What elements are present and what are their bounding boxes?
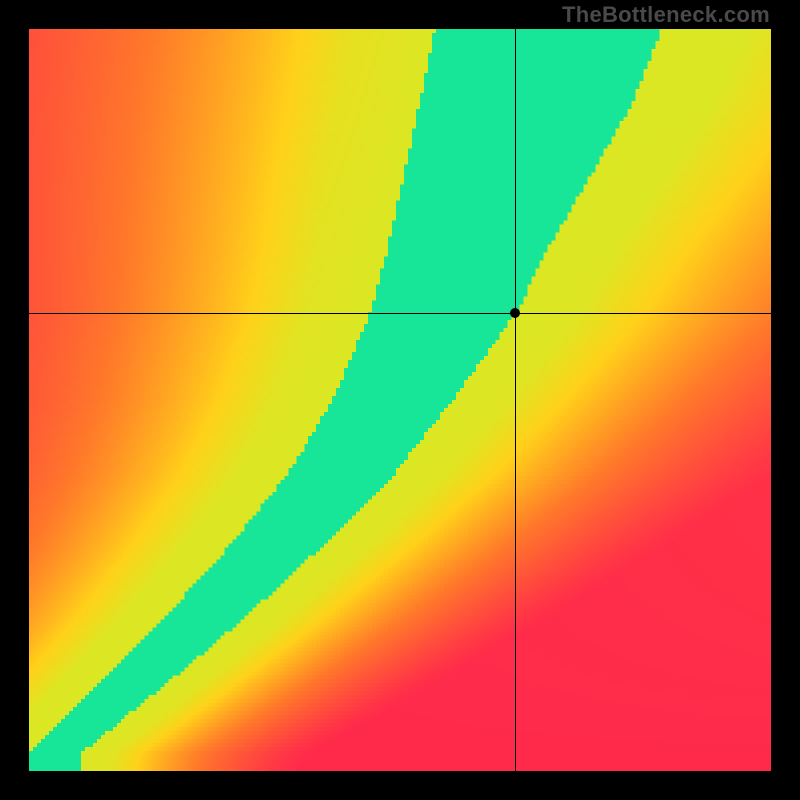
crosshair-horizontal	[29, 313, 771, 314]
heatmap-canvas	[29, 29, 771, 771]
heatmap-plot	[29, 29, 771, 771]
crosshair-marker	[510, 308, 520, 318]
watermark-text: TheBottleneck.com	[562, 2, 770, 28]
chart-frame: TheBottleneck.com	[0, 0, 800, 800]
crosshair-vertical	[515, 29, 516, 771]
